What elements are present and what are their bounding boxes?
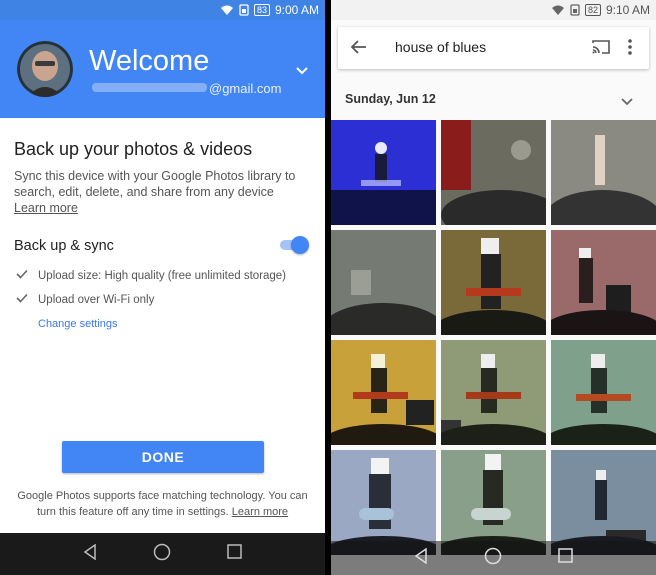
search-bar: house of blues [338,27,649,69]
face-matching-note: Google Photos supports face matching tec… [12,488,313,520]
photo-thumbnail[interactable] [441,230,546,335]
photo-thumbnail[interactable] [441,340,546,445]
photo-thumbnail[interactable] [441,120,546,225]
photo-thumbnail[interactable] [441,450,546,555]
sim-icon [239,4,249,16]
welcome-title: Welcome [89,45,210,77]
backup-description: Sync this device with your Google Photos… [14,169,296,199]
option-label: Upload size: High quality (free unlimite… [38,269,287,282]
option-label: Upload over Wi-Fi only [38,293,155,306]
battery-indicator: 83 [253,4,270,16]
recents-icon[interactable] [227,544,242,564]
backup-sync-label: Back up & sync [14,238,114,254]
status-bar: 83 9:00 AM [0,0,325,20]
search-input[interactable]: house of blues [395,39,486,55]
photo-thumbnail[interactable] [551,230,656,335]
account-name-redacted [92,83,207,92]
battery-indicator: 82 [584,4,601,16]
account-email: @gmail.com [209,81,282,96]
wifi-icon [551,5,565,16]
status-time: 9:00 AM [274,3,319,17]
wifi-icon [220,5,234,16]
photo-thumbnail[interactable] [331,340,436,445]
more-options-icon[interactable] [628,39,632,60]
option-wifi-only: Upload over Wi-Fi only [16,293,154,306]
backup-sync-toggle[interactable] [280,236,309,254]
done-button[interactable]: DONE [62,441,264,473]
nav-bar [0,533,325,575]
option-upload-size: Upload size: High quality (free unlimite… [16,269,286,282]
back-icon[interactable] [414,547,428,569]
search-results-screen: 82 9:10 AM house of blues Sunday, Jun 12 [331,0,656,575]
sim-icon [570,4,580,16]
status-time: 9:10 AM [605,3,650,17]
chevron-down-icon[interactable] [296,62,308,80]
back-arrow-icon[interactable] [350,38,368,61]
photo-thumbnail[interactable] [331,230,436,335]
home-icon[interactable] [484,547,502,570]
home-icon[interactable] [153,543,171,566]
photo-thumbnail[interactable] [331,450,436,555]
photo-thumbnail[interactable] [551,120,656,225]
learn-more-link[interactable]: Learn more [14,201,78,215]
photo-thumbnail[interactable] [551,450,656,555]
photo-thumbnail[interactable] [331,120,436,225]
photo-thumbnail[interactable] [551,340,656,445]
change-settings-link[interactable]: Change settings [38,318,118,330]
recents-icon[interactable] [558,548,573,568]
welcome-screen: 83 9:00 AM Welcome @gmail.com Back up yo… [0,0,325,575]
chevron-down-icon[interactable] [621,93,633,111]
check-icon [16,293,28,306]
nav-bar [331,541,656,575]
back-icon[interactable] [83,543,97,565]
avatar[interactable] [17,41,73,97]
cast-icon[interactable] [591,39,611,60]
backup-title: Back up your photos & videos [14,139,253,159]
check-icon [16,269,28,282]
date-header: Sunday, Jun 12 [345,92,436,106]
status-bar: 82 9:10 AM [331,0,656,20]
face-learn-more-link[interactable]: Learn more [232,506,288,518]
account-header: Welcome @gmail.com [0,20,325,118]
